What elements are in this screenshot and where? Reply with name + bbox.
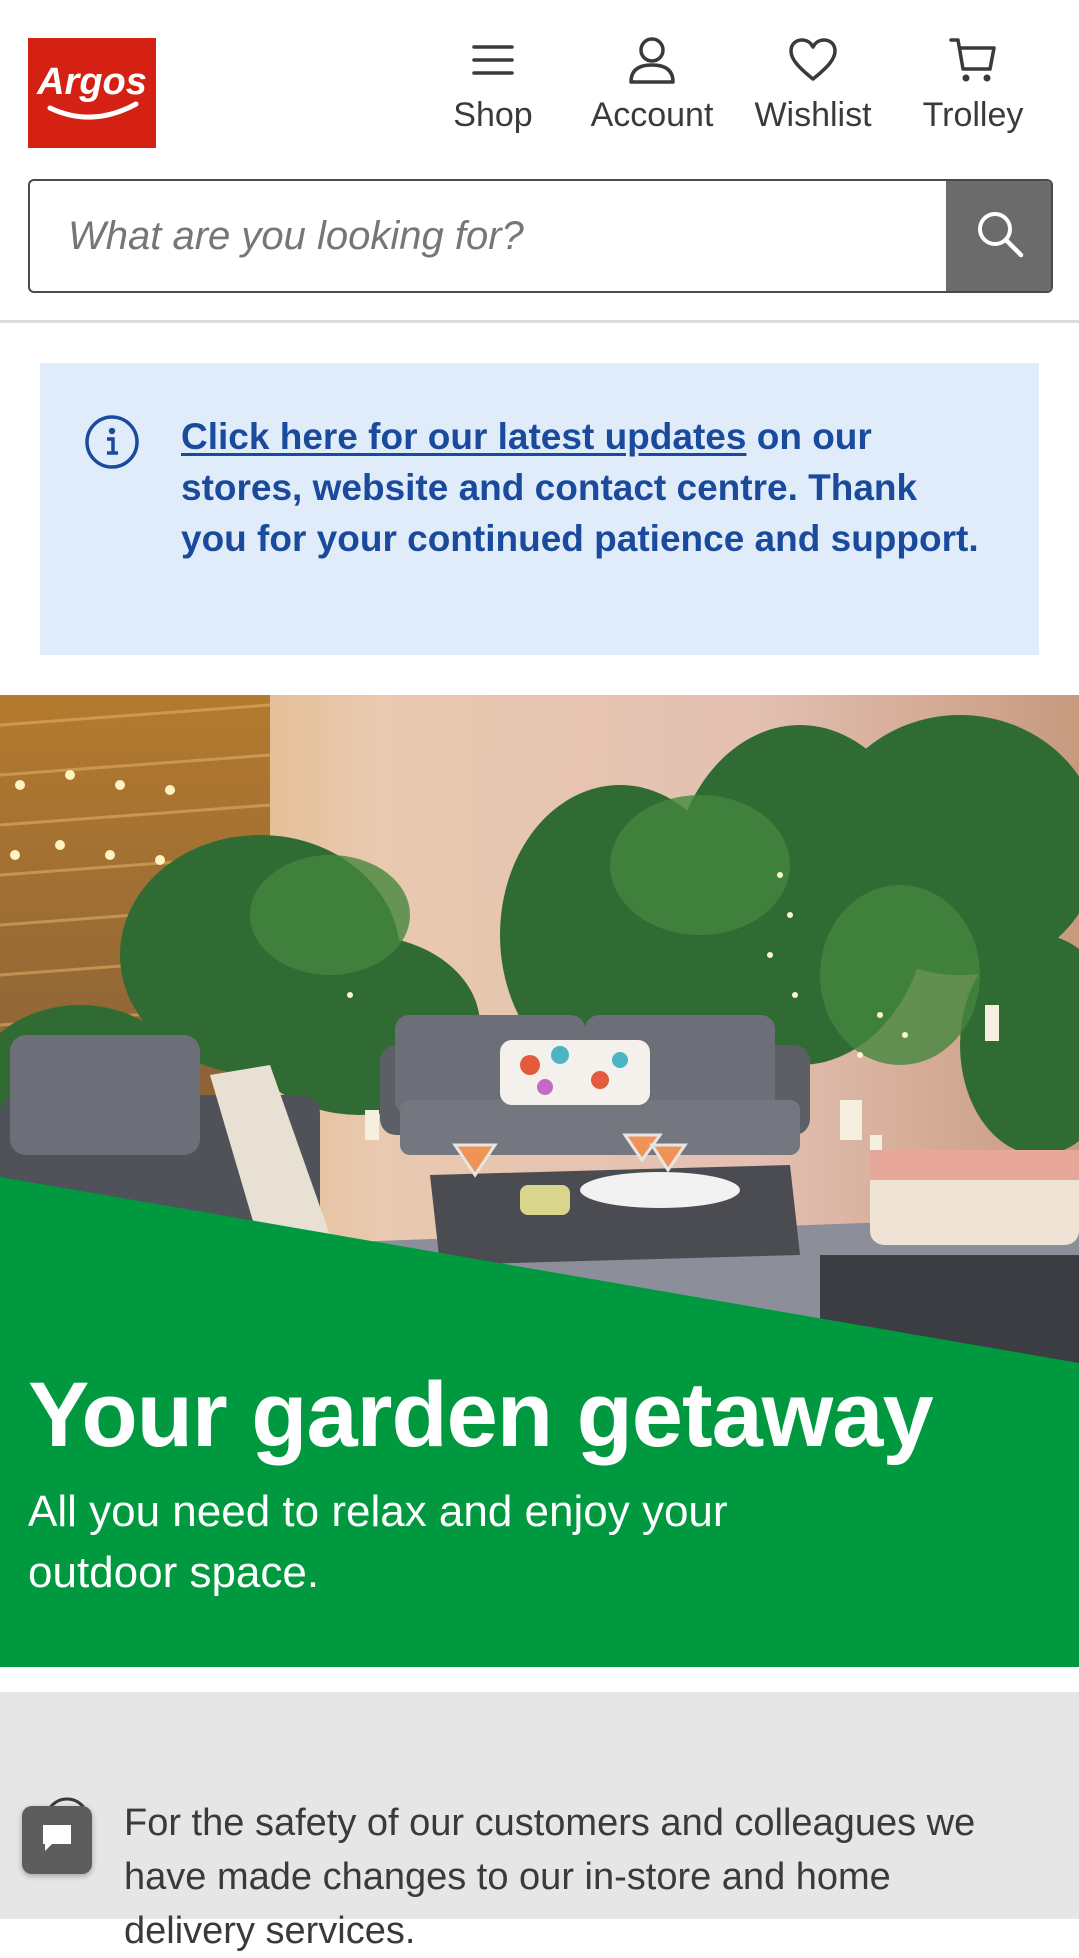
latest-updates-link[interactable]: Click here for our latest updates: [181, 416, 746, 457]
svg-text:Argos: Argos: [36, 61, 147, 103]
nav-wishlist-label: Wishlist: [754, 96, 872, 134]
site-header: Argos Shop Account Wishlist Trolley: [0, 0, 1079, 323]
notice-text: Click here for our latest updates on our…: [181, 411, 981, 564]
chat-button[interactable]: [22, 1806, 92, 1874]
nav-trolley-label: Trolley: [922, 96, 1024, 134]
trolley-icon: [947, 34, 999, 86]
nav-account[interactable]: Account: [577, 34, 727, 144]
chat-icon: [40, 1822, 74, 1859]
hero-banner[interactable]: Your garden getaway All you need to rela…: [0, 695, 1079, 1667]
header-divider: [0, 320, 1079, 323]
nav-trolley[interactable]: Trolley: [898, 34, 1048, 144]
menu-icon: [467, 34, 519, 86]
nav-wishlist[interactable]: Wishlist: [738, 34, 888, 144]
search-input[interactable]: [30, 181, 948, 291]
account-icon: [626, 34, 678, 86]
hero-title: Your garden getaway: [28, 1364, 934, 1466]
search-button[interactable]: [946, 181, 1051, 291]
search-bar: [28, 179, 1053, 293]
updates-notice: Click here for our latest updates on our…: [40, 363, 1039, 655]
info-icon: [84, 414, 140, 470]
nav-shop[interactable]: Shop: [418, 34, 568, 144]
argos-logo[interactable]: Argos: [28, 38, 156, 148]
nav-account-label: Account: [590, 96, 714, 134]
nav-shop-label: Shop: [453, 96, 533, 134]
argos-logo-mark: Argos: [36, 61, 147, 120]
hero-subtitle: All you need to relax and enjoy your out…: [28, 1487, 728, 1597]
safety-notice: For the safety of our customers and coll…: [0, 1692, 1079, 1952]
search-icon: [974, 208, 1026, 265]
heart-icon: [787, 34, 839, 86]
safety-text: For the safety of our customers and coll…: [124, 1802, 976, 1952]
